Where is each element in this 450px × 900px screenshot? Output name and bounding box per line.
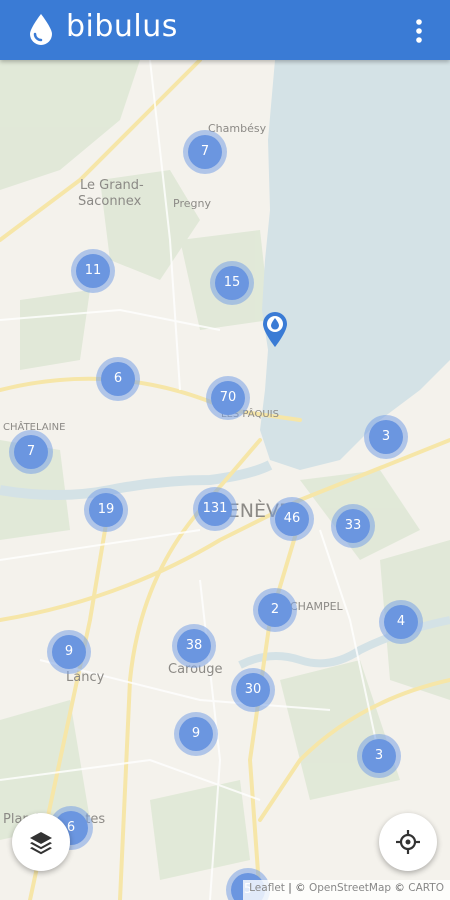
cluster-count: 11 (76, 254, 110, 288)
marker-cluster[interactable]: 2 (253, 588, 297, 632)
cluster-count: 19 (89, 493, 123, 527)
attribution-separator: © (391, 882, 409, 894)
marker-cluster[interactable]: 3 (364, 415, 408, 459)
marker-cluster[interactable]: 19 (84, 488, 128, 532)
marker-cluster[interactable]: 6 (96, 357, 140, 401)
osm-link[interactable]: OpenStreetMap (309, 882, 391, 894)
place-label: Saconnex (78, 194, 142, 209)
marker-cluster[interactable]: 3 (357, 734, 401, 778)
cluster-count: 3 (362, 739, 396, 773)
app-bar: bibulus (0, 0, 450, 60)
crosshair-icon (396, 830, 420, 854)
fountain-pin-icon[interactable] (261, 310, 289, 348)
marker-cluster[interactable]: 38 (172, 624, 216, 668)
marker-cluster[interactable]: 11 (71, 249, 115, 293)
place-label: Le Grand- (80, 178, 144, 193)
marker-cluster[interactable]: 7 (9, 430, 53, 474)
layers-button[interactable] (12, 813, 70, 871)
marker-cluster[interactable]: 15 (210, 261, 254, 305)
place-label: Pregny (173, 197, 211, 210)
more-vertical-icon[interactable] (406, 16, 432, 46)
place-label: CHAMPEL (290, 600, 343, 613)
map-attribution: Leaflet | © OpenStreetMap © CARTO (243, 880, 450, 900)
cluster-count: 6 (101, 362, 135, 396)
cluster-count: 9 (179, 717, 213, 751)
water-drop-icon (30, 14, 52, 45)
attribution-separator: | © (284, 882, 309, 894)
map[interactable]: Chambésy Le Grand- Saconnex Pregny CHÂTE… (0, 60, 450, 900)
marker-cluster[interactable]: 7 (183, 130, 227, 174)
app-title: bibulus (66, 9, 178, 44)
marker-cluster[interactable]: 70 (206, 376, 250, 420)
marker-cluster[interactable]: 4 (379, 600, 423, 644)
cluster-count: 7 (188, 135, 222, 169)
carto-link[interactable]: CARTO (408, 882, 444, 894)
cluster-count: 7 (14, 435, 48, 469)
marker-cluster[interactable]: 9 (47, 630, 91, 674)
cluster-count: 4 (384, 605, 418, 639)
cluster-count: 3 (369, 420, 403, 454)
marker-cluster[interactable]: 9 (174, 712, 218, 756)
cluster-count: 2 (258, 593, 292, 627)
cluster-count: 131 (198, 492, 232, 526)
marker-cluster[interactable]: 46 (270, 497, 314, 541)
cluster-count: 9 (52, 635, 86, 669)
cluster-count: 30 (236, 673, 270, 707)
leaflet-link[interactable]: Leaflet (249, 882, 285, 894)
cluster-count: 15 (215, 266, 249, 300)
marker-cluster[interactable]: 33 (331, 504, 375, 548)
cluster-count: 38 (177, 629, 211, 663)
layers-icon (30, 832, 52, 855)
locate-button[interactable] (379, 813, 437, 871)
cluster-count: 33 (336, 509, 370, 543)
cluster-count: 46 (275, 502, 309, 536)
cluster-count: 70 (211, 381, 245, 415)
marker-cluster[interactable]: 131 (193, 487, 237, 531)
marker-cluster[interactable]: 30 (231, 668, 275, 712)
